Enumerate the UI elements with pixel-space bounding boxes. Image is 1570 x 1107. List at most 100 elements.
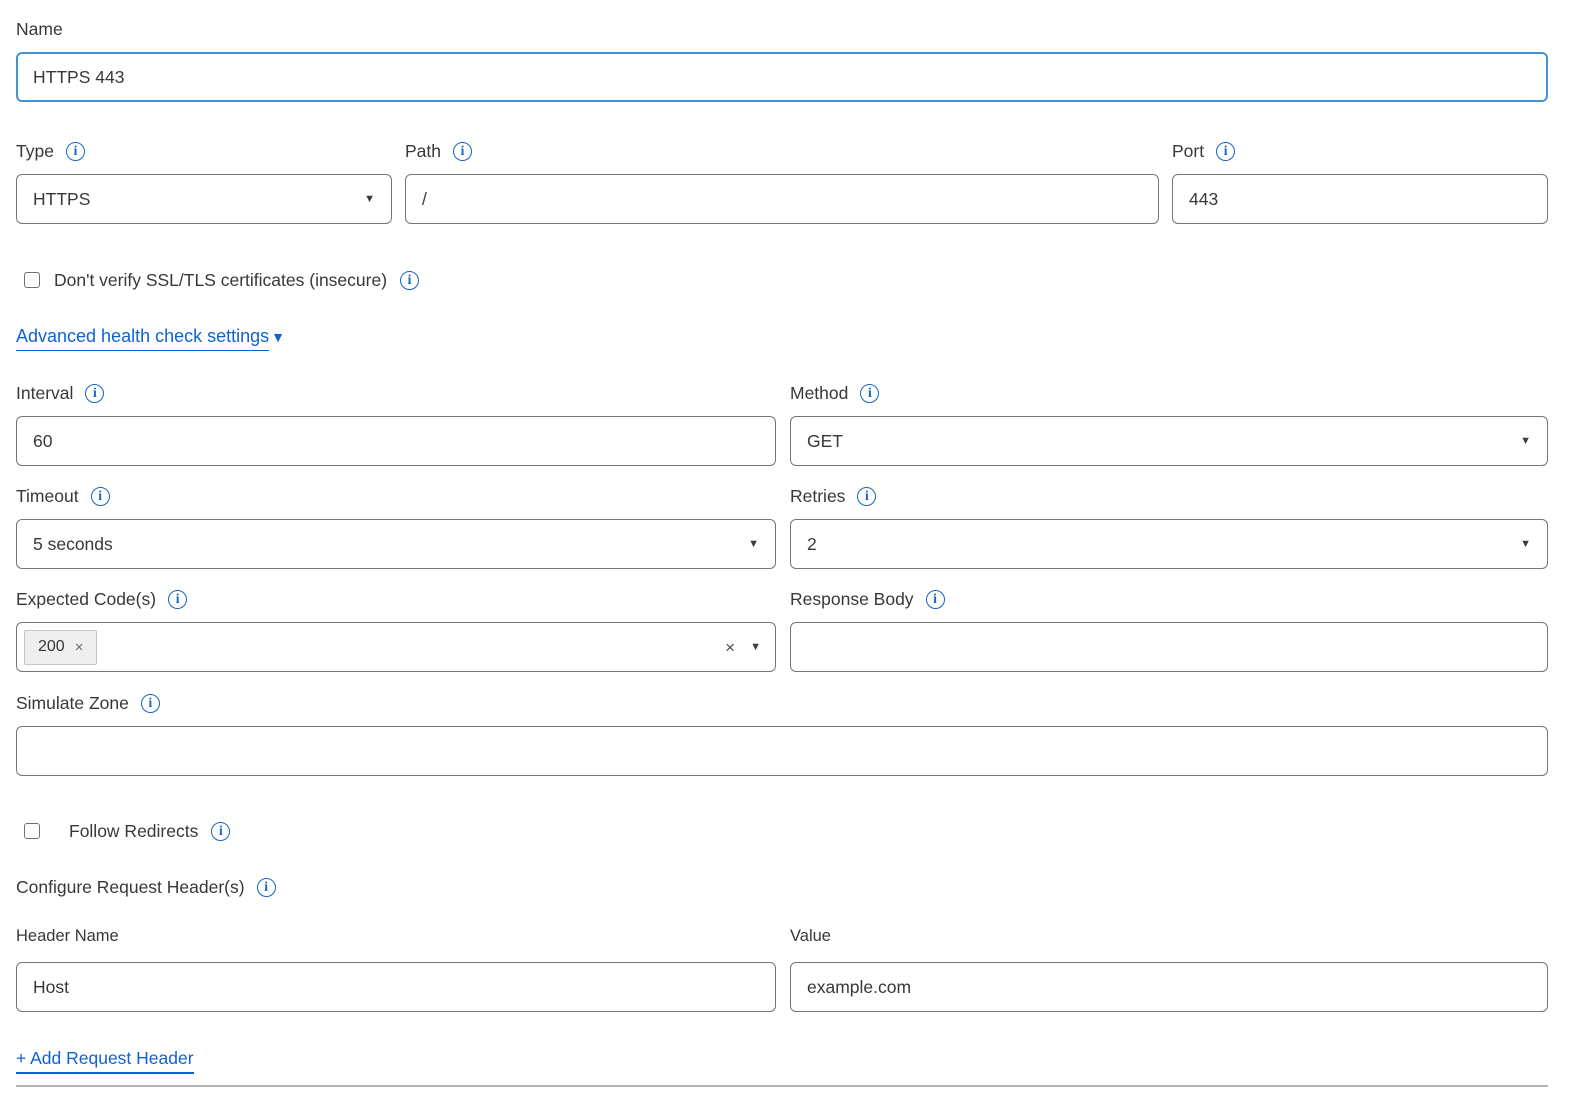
timeout-select-value: 5 seconds [33, 534, 113, 555]
health-check-form: Name Type i HTTPS ▼ Path i Port i [0, 0, 1570, 1087]
expected-codes-field-group: Expected Code(s) i 200 × × ▼ [16, 588, 776, 672]
request-headers-info-icon[interactable]: i [257, 878, 276, 897]
header-value-field-group: Value [790, 925, 1548, 1012]
simulate-zone-label-text: Simulate Zone [16, 692, 129, 714]
path-field-group: Path i [405, 140, 1159, 224]
name-label: Name [16, 18, 1548, 40]
type-label-text: Type [16, 140, 54, 162]
path-info-icon[interactable]: i [453, 142, 472, 161]
interval-label-text: Interval [16, 382, 73, 404]
port-label: Port i [1172, 140, 1548, 162]
follow-redirects-row: Follow Redirects i [24, 820, 1548, 842]
follow-redirects-checkbox[interactable] [24, 823, 40, 839]
request-headers-heading-text: Configure Request Header(s) [16, 876, 245, 898]
simulate-zone-info-icon[interactable]: i [141, 694, 160, 713]
header-value-label-text: Value [790, 925, 831, 947]
simulate-zone-input[interactable] [16, 726, 1548, 776]
header-name-label: Header Name [16, 925, 776, 947]
expected-code-chip: 200 × [24, 630, 97, 665]
multiselect-controls: × ▼ [725, 639, 761, 656]
timeout-label: Timeout i [16, 485, 776, 507]
response-body-field-group: Response Body i [790, 588, 1548, 672]
name-label-text: Name [16, 18, 63, 40]
port-field-group: Port i [1172, 140, 1548, 224]
method-select-value: GET [807, 431, 843, 452]
retries-select-value: 2 [807, 534, 817, 555]
header-name-label-text: Header Name [16, 925, 119, 947]
header-value-input[interactable] [790, 962, 1548, 1012]
name-field-group: Name [16, 18, 1548, 102]
advanced-caret-icon[interactable]: ▼ [271, 329, 285, 345]
method-label-text: Method [790, 382, 848, 404]
ssl-verify-checkbox[interactable] [24, 272, 40, 288]
method-label: Method i [790, 382, 1548, 404]
chip-remove-icon[interactable]: × [75, 640, 84, 655]
request-headers-heading: Configure Request Header(s) i [16, 876, 1548, 898]
add-header-row: + Add Request Header [16, 1048, 1548, 1074]
follow-redirects-label: Follow Redirects [69, 821, 198, 842]
add-request-header-link[interactable]: + Add Request Header [16, 1048, 194, 1074]
header-name-field-group: Header Name [16, 925, 776, 1012]
type-select[interactable]: HTTPS ▼ [16, 174, 392, 224]
retries-label-text: Retries [790, 485, 845, 507]
chevron-down-icon: ▼ [1520, 539, 1531, 550]
ssl-verify-info-icon[interactable]: i [400, 271, 419, 290]
expected-code-chip-label: 200 [38, 638, 65, 656]
header-name-input[interactable] [16, 962, 776, 1012]
ssl-verify-row: Don't verify SSL/TLS certificates (insec… [24, 269, 1548, 291]
chevron-down-icon: ▼ [748, 539, 759, 550]
chevron-down-icon: ▼ [364, 194, 375, 205]
retries-info-icon[interactable]: i [857, 487, 876, 506]
expected-codes-label-text: Expected Code(s) [16, 588, 156, 610]
clear-all-icon[interactable]: × [725, 639, 735, 656]
retries-select[interactable]: 2 ▼ [790, 519, 1548, 569]
header-value-label: Value [790, 925, 1548, 947]
interval-input[interactable] [16, 416, 776, 466]
chevron-down-icon[interactable]: ▼ [750, 642, 761, 653]
retries-label: Retries i [790, 485, 1548, 507]
port-input[interactable] [1172, 174, 1548, 224]
path-label: Path i [405, 140, 1159, 162]
follow-redirects-info-icon[interactable]: i [211, 822, 230, 841]
advanced-settings-link-text: Advanced health check settings [16, 326, 269, 347]
add-request-header-link-text: + Add Request Header [16, 1048, 194, 1069]
interval-label: Interval i [16, 382, 776, 404]
response-body-label-text: Response Body [790, 588, 914, 610]
codes-body-row: Expected Code(s) i 200 × × ▼ Response Bo… [16, 588, 1548, 672]
timeout-select[interactable]: 5 seconds ▼ [16, 519, 776, 569]
port-label-text: Port [1172, 140, 1204, 162]
response-body-info-icon[interactable]: i [926, 590, 945, 609]
path-label-text: Path [405, 140, 441, 162]
chevron-down-icon: ▼ [1520, 436, 1531, 447]
timeout-retries-row: Timeout i 5 seconds ▼ Retries i 2 ▼ [16, 485, 1548, 569]
path-input[interactable] [405, 174, 1159, 224]
retries-field-group: Retries i 2 ▼ [790, 485, 1548, 569]
ssl-verify-label: Don't verify SSL/TLS certificates (insec… [54, 270, 387, 291]
expected-codes-label: Expected Code(s) i [16, 588, 776, 610]
type-info-icon[interactable]: i [66, 142, 85, 161]
expected-codes-multiselect[interactable]: 200 × × ▼ [16, 622, 776, 672]
method-field-group: Method i GET ▼ [790, 382, 1548, 466]
advanced-settings-row: Advanced health check settings ▼ [16, 326, 1548, 351]
type-path-port-row: Type i HTTPS ▼ Path i Port i [16, 140, 1548, 224]
name-input[interactable] [16, 52, 1548, 102]
type-label: Type i [16, 140, 392, 162]
method-info-icon[interactable]: i [860, 384, 879, 403]
type-field-group: Type i HTTPS ▼ [16, 140, 392, 224]
method-select[interactable]: GET ▼ [790, 416, 1548, 466]
section-divider [16, 1085, 1548, 1087]
simulate-zone-label: Simulate Zone i [16, 692, 1548, 714]
interval-field-group: Interval i [16, 382, 776, 466]
timeout-label-text: Timeout [16, 485, 79, 507]
response-body-label: Response Body i [790, 588, 1548, 610]
interval-info-icon[interactable]: i [85, 384, 104, 403]
header-row: Header Name Value [16, 925, 1548, 1012]
advanced-settings-link[interactable]: Advanced health check settings [16, 326, 269, 351]
timeout-field-group: Timeout i 5 seconds ▼ [16, 485, 776, 569]
interval-method-row: Interval i Method i GET ▼ [16, 382, 1548, 466]
response-body-input[interactable] [790, 622, 1548, 672]
timeout-info-icon[interactable]: i [91, 487, 110, 506]
simulate-zone-field-group: Simulate Zone i [16, 692, 1548, 776]
port-info-icon[interactable]: i [1216, 142, 1235, 161]
expected-codes-info-icon[interactable]: i [168, 590, 187, 609]
